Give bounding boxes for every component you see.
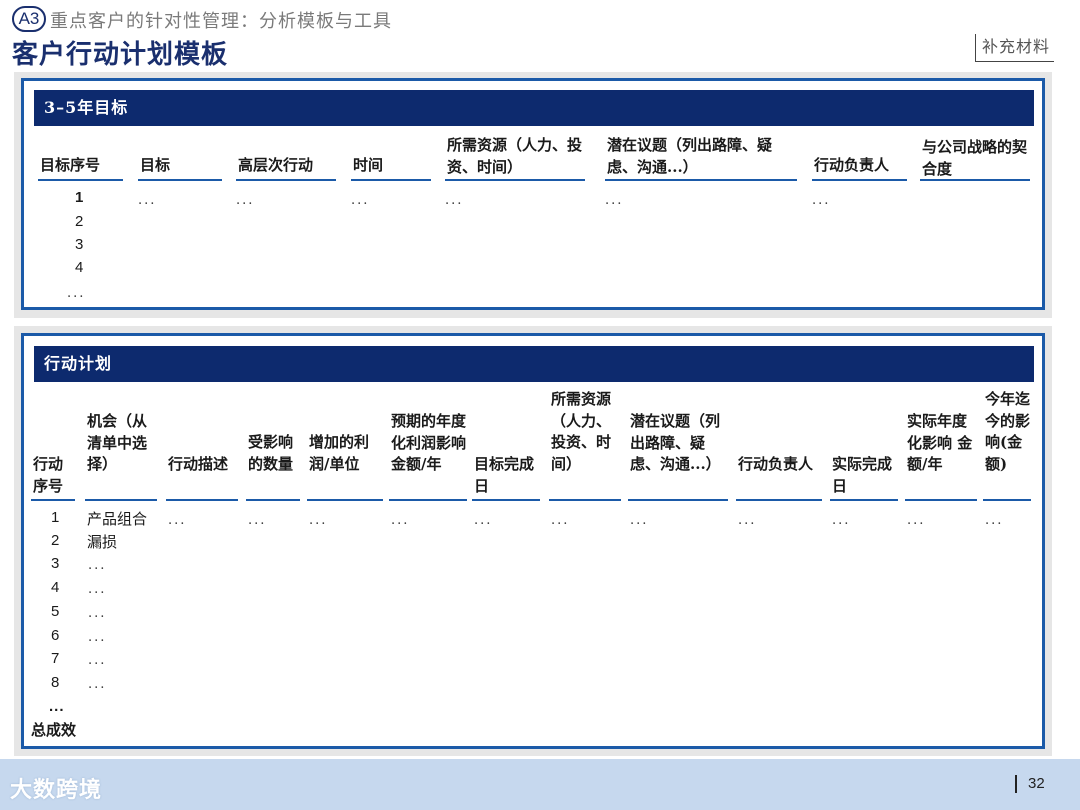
plan-underline <box>628 499 728 501</box>
plan-row-opportunity: ... <box>88 582 107 597</box>
goals-cell-placeholder: ... <box>812 193 831 208</box>
plan-total-label: 总成效 <box>31 721 77 739</box>
plan-col-description: 行动描述 <box>168 455 229 473</box>
footer-bar <box>0 759 1080 810</box>
goals-col-seq: 目标序号 <box>40 156 101 174</box>
plan-underline <box>307 499 383 501</box>
plan-underline <box>549 499 621 501</box>
goals-col-goal: 目标 <box>140 156 171 174</box>
plan-row-opportunity: ... <box>88 653 107 668</box>
plan-cell-placeholder: ... <box>168 513 187 528</box>
goals-col-fit: 与公司战略的契合度 <box>922 138 1028 178</box>
page-number: 32 <box>1028 775 1045 792</box>
plan-col-resources: 所需资源（人力、投资、时间） <box>551 390 612 473</box>
goals-row-number: ... <box>67 286 86 301</box>
goals-cell-placeholder: ... <box>351 193 370 208</box>
plan-cell-placeholder: ... <box>630 513 649 528</box>
supplement-tag: 补充材料 <box>974 34 1054 62</box>
goals-cell-placeholder: ... <box>605 193 624 208</box>
plan-row-opportunity: ... <box>88 630 107 645</box>
goals-underline <box>445 179 585 181</box>
goals-row-number: 4 <box>75 259 84 276</box>
plan-row-number: 1 <box>51 509 60 526</box>
plan-underline <box>736 499 822 501</box>
goals-underline <box>605 179 797 181</box>
goals-title-bar: 3–5年目标 <box>34 90 1034 126</box>
plan-underline <box>983 499 1031 501</box>
plan-underline <box>166 499 238 501</box>
plan-col-ytd-impact: 今年迄今的影响(金额) <box>985 390 1031 473</box>
plan-cell-placeholder: ... <box>907 513 926 528</box>
plan-row-number: 3 <box>51 555 60 572</box>
goals-row-number: 1 <box>75 189 84 206</box>
goals-row-number: 3 <box>75 236 84 253</box>
goals-underline <box>236 179 336 181</box>
goals-col-owner: 行动负责人 <box>814 156 890 174</box>
plan-row-opportunity: ... <box>88 677 107 692</box>
plan-row-number: 2 <box>51 532 60 549</box>
plan-cell-placeholder: ... <box>985 513 1004 528</box>
plan-row-opportunity: 产品组合 <box>87 510 148 528</box>
goals-col-resources: 所需资源（人力、投资、时间） <box>447 136 583 176</box>
goals-underline <box>920 179 1030 181</box>
plan-col-target-date: 目标完成日 <box>474 455 535 495</box>
plan-cell-placeholder: ... <box>832 513 851 528</box>
plan-cell-placeholder: ... <box>248 513 267 528</box>
plan-underline <box>905 499 977 501</box>
plan-title-bar: 行动计划 <box>34 346 1034 382</box>
goals-row-number: 2 <box>75 213 84 230</box>
brand-logo: 大数跨境 <box>10 778 103 803</box>
plan-col-seq: 行动序号 <box>33 455 64 495</box>
plan-underline <box>830 499 898 501</box>
goals-cell-placeholder: ... <box>445 193 464 208</box>
goals-col-issues: 潜在议题（列出路障、疑虑、沟通...） <box>607 136 773 176</box>
plan-row-number: 7 <box>51 650 60 667</box>
plan-cell-placeholder: ... <box>551 513 570 528</box>
goals-cell-placeholder: ... <box>236 193 255 208</box>
plan-underline <box>31 499 75 501</box>
plan-row-number: 8 <box>51 674 60 691</box>
goals-underline <box>38 179 123 181</box>
plan-row-number: 6 <box>51 627 60 644</box>
section-subtitle: 重点客户的针对性管理：分析模板与工具 <box>50 11 392 32</box>
goals-col-action: 高层次行动 <box>238 156 314 174</box>
section-badge: A3 <box>12 6 46 32</box>
page-title: 客户行动计划模板 <box>12 40 229 70</box>
plan-cell-placeholder: ... <box>738 513 757 528</box>
plan-col-opportunity: 机会（从清单中选择） <box>87 412 148 473</box>
goals-underline <box>351 179 431 181</box>
plan-row-opportunity: ... <box>88 606 107 621</box>
goals-cell-placeholder: ... <box>138 193 157 208</box>
plan-cell-placeholder: ... <box>391 513 410 528</box>
plan-row-number: 4 <box>51 579 60 596</box>
plan-cell-placeholder: ... <box>309 513 328 528</box>
goals-underline <box>812 179 907 181</box>
plan-col-issues: 潜在议题（列出路障、疑虑、沟通...） <box>630 412 721 473</box>
plan-col-actual-date: 实际完成日 <box>832 455 893 495</box>
plan-underline <box>246 499 300 501</box>
plan-panel <box>21 333 1045 749</box>
plan-cell-placeholder: ... <box>474 513 493 528</box>
goals-underline <box>138 179 222 181</box>
plan-row-opportunity: 漏损 <box>87 533 118 551</box>
plan-col-actual-impact: 实际年度化影响 金额/年 <box>907 412 973 473</box>
plan-col-expected-impact: 预期的年度化利润影响 金额/年 <box>391 412 467 473</box>
plan-col-owner: 行动负责人 <box>738 455 814 473</box>
plan-underline <box>85 499 157 501</box>
plan-col-affected: 受影响的数量 <box>248 433 294 473</box>
plan-underline <box>389 499 467 501</box>
plan-row-number: ... <box>49 698 65 715</box>
plan-underline <box>472 499 540 501</box>
goals-col-time: 时间 <box>353 156 384 174</box>
page-separator <box>1015 775 1017 793</box>
plan-row-number: 5 <box>51 603 60 620</box>
plan-row-opportunity: ... <box>88 558 107 573</box>
plan-col-profit-unit: 增加的利润/单位 <box>309 433 370 473</box>
